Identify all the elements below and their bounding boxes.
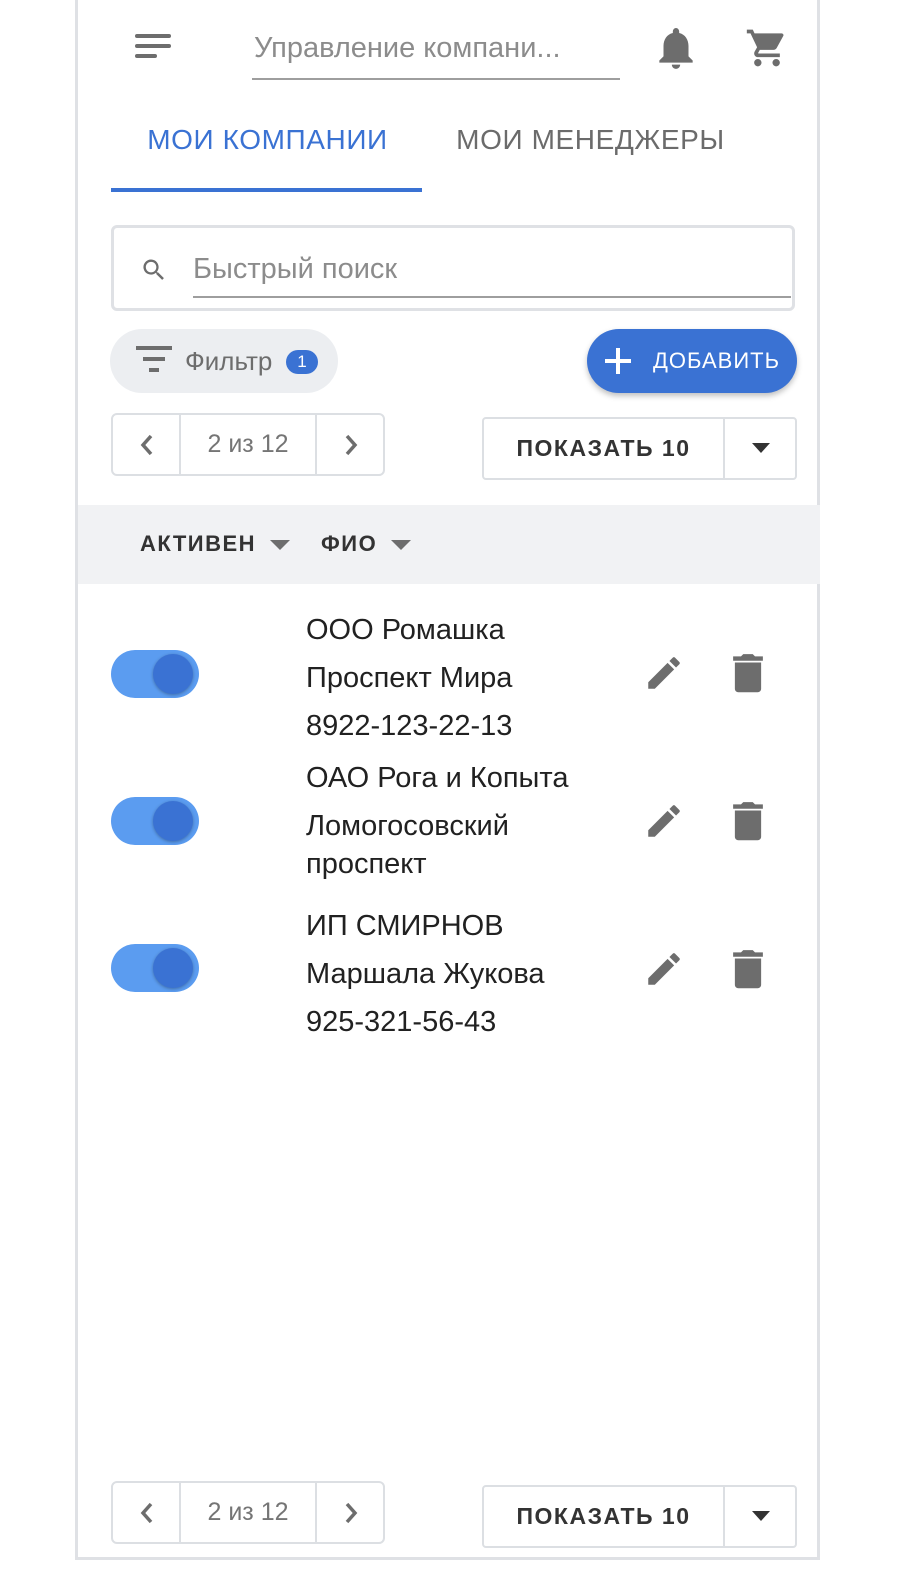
caret-down-icon <box>752 443 770 453</box>
edit-icon[interactable] <box>643 652 685 694</box>
search-box <box>111 225 795 311</box>
page-info: 2 из 12 <box>207 1498 289 1526</box>
delete-icon[interactable] <box>730 800 766 842</box>
page-size-dropdown-button[interactable] <box>723 1487 795 1546</box>
page-size-label: ПОКАЗАТЬ 10 <box>516 435 691 461</box>
add-button-label: ДОБАВИТЬ <box>653 348 781 373</box>
menu-icon[interactable] <box>135 34 175 64</box>
table-row: ОАО Рога и Копыта Ломогосовский проспект <box>78 754 820 902</box>
tab-my-companies[interactable]: МОИ КОМПАНИИ <box>113 124 422 190</box>
filter-chip[interactable]: Фильтр 1 <box>110 329 338 393</box>
active-tab-indicator <box>111 188 422 192</box>
table-row: ООО Ромашка Проспект Мира 8922-123-22-13 <box>78 606 820 754</box>
table-header: АКТИВЕН ФИО <box>78 505 820 584</box>
next-page-button[interactable] <box>315 415 383 474</box>
app-frame: Управление компани... МОИ КОМПАНИИ МОИ М… <box>75 0 820 1560</box>
search-icon <box>143 259 164 280</box>
edit-icon[interactable] <box>643 948 685 990</box>
company-phone: 8922-123-22-13 <box>306 710 513 742</box>
active-toggle[interactable] <box>111 650 199 698</box>
next-page-button[interactable] <box>315 1483 383 1542</box>
page-title-field: Управление компани... <box>252 26 620 80</box>
prev-page-button[interactable] <box>113 1483 181 1542</box>
filter-icon <box>136 346 172 372</box>
caret-down-icon <box>752 1511 770 1521</box>
page-size-select-bottom[interactable]: ПОКАЗАТЬ 10 <box>482 1485 797 1548</box>
company-address: Проспект Мира <box>306 662 513 694</box>
filter-label: Фильтр <box>185 346 273 376</box>
add-button[interactable]: ДОБАВИТЬ <box>587 329 797 393</box>
column-label-active: АКТИВЕН <box>140 531 257 556</box>
tab-my-managers[interactable]: МОИ МЕНЕДЖЕРЫ <box>448 124 733 190</box>
chevron-left-icon <box>140 434 153 456</box>
active-toggle[interactable] <box>111 944 199 992</box>
chevron-left-icon <box>140 1502 153 1524</box>
page-size-label: ПОКАЗАТЬ 10 <box>516 1503 691 1529</box>
plus-icon <box>605 348 631 374</box>
active-toggle[interactable] <box>111 797 199 845</box>
prev-page-button[interactable] <box>113 415 181 474</box>
sort-name-column[interactable]: ФИО <box>321 531 412 557</box>
sort-active-column[interactable]: АКТИВЕН <box>140 531 291 557</box>
company-info: ООО Ромашка Проспект Мира 8922-123-22-13 <box>306 606 512 750</box>
page-size-dropdown-button[interactable] <box>723 419 795 478</box>
caret-down-icon <box>270 540 291 551</box>
company-phone: 925-321-56-43 <box>306 1006 497 1038</box>
column-label-name: ФИО <box>321 531 378 556</box>
caret-down-icon <box>391 540 412 551</box>
chevron-right-icon <box>345 1502 358 1524</box>
company-name: ООО Ромашка <box>306 614 505 646</box>
filter-count-badge: 1 <box>286 350 318 374</box>
edit-icon[interactable] <box>643 800 685 842</box>
page-info: 2 из 12 <box>207 430 289 458</box>
cart-icon[interactable] <box>744 26 790 70</box>
pagination-bottom: 2 из 12 <box>111 1481 385 1544</box>
company-info: ОАО Рога и Копыта Ломогосовский проспект <box>306 754 606 883</box>
delete-icon[interactable] <box>730 948 766 990</box>
search-input[interactable] <box>193 242 791 298</box>
chevron-right-icon <box>345 434 358 456</box>
company-name: ИП СМИРНОВ <box>306 910 504 942</box>
company-address: Ломогосовский проспект <box>306 810 509 880</box>
page-title: Управление компани... <box>254 32 561 64</box>
bell-icon[interactable] <box>656 26 696 70</box>
company-address: Маршала Жукова <box>306 958 545 990</box>
company-info: ИП СМИРНОВ Маршала Жукова 925-321-56-43 <box>306 902 545 1046</box>
page-size-select-top[interactable]: ПОКАЗАТЬ 10 <box>482 417 797 480</box>
pagination-top: 2 из 12 <box>111 413 385 476</box>
company-name: ОАО Рога и Копыта <box>306 762 569 794</box>
delete-icon[interactable] <box>730 652 766 694</box>
table-row: ИП СМИРНОВ Маршала Жукова 925-321-56-43 <box>78 902 820 1050</box>
